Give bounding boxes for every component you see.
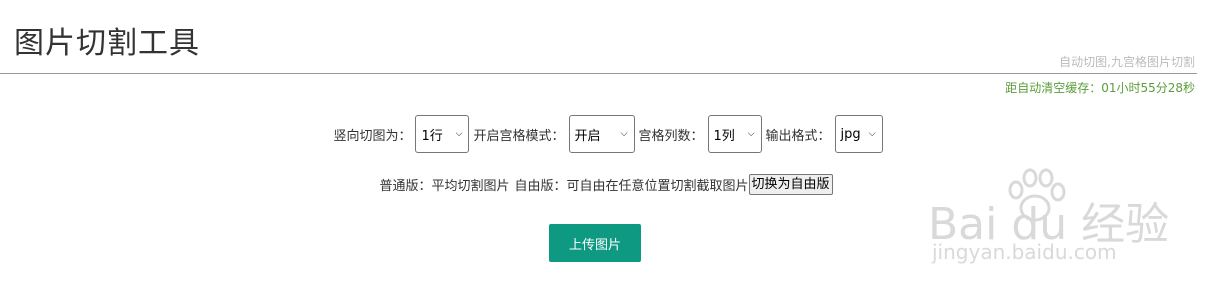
cut-options-bar: 竖向切图为： 1行 ⌵ 开启宫格模式： 开启 ⌵ 宫格列数： 1列 ⌵ 输出格式… xyxy=(0,113,1212,155)
grid-mode-value: 开启 xyxy=(574,128,601,144)
output-format-select[interactable]: jpg ⌵ xyxy=(834,115,883,153)
grid-columns-label: 宫格列数： xyxy=(638,128,704,144)
chevron-down-icon: ⌵ xyxy=(620,129,628,139)
upload-image-button[interactable]: 上传图片 xyxy=(549,224,641,262)
chevron-down-icon: ⌵ xyxy=(747,129,755,139)
switch-to-free-button[interactable]: 切换为自由版 xyxy=(748,174,833,195)
chevron-down-icon: ⌵ xyxy=(455,129,463,139)
grid-columns-value: 1列 xyxy=(713,128,735,144)
vertical-cut-label: 竖向切图为： xyxy=(333,128,412,144)
vertical-cut-value: 1行 xyxy=(421,128,443,144)
free-mode-text: 自由版：可自由在任意位置切割截取图片 xyxy=(514,179,749,194)
chevron-down-icon: ⌵ xyxy=(868,129,876,139)
grid-columns-select[interactable]: 1列 ⌵ xyxy=(707,115,762,153)
vertical-cut-select[interactable]: 1行 ⌵ xyxy=(415,115,470,153)
normal-mode-text: 普通版：平均切割图片 xyxy=(379,179,510,194)
grid-mode-select[interactable]: 开启 ⌵ xyxy=(568,115,635,153)
cache-timer: 距自动清空缓存：01小时55分28秒 xyxy=(1005,81,1195,95)
output-format-value: jpg xyxy=(840,126,861,142)
output-format-label: 输出格式： xyxy=(765,128,831,144)
header-divider xyxy=(0,73,1197,74)
tagline: 自动切图,九宫格图片切割 xyxy=(1059,55,1195,69)
baidu-jingyan-watermark: Bai du 经验 jingyan.baidu.com xyxy=(928,168,1188,278)
watermark-url: jingyan.baidu.com xyxy=(932,240,1117,264)
grid-mode-label: 开启宫格模式： xyxy=(473,128,565,144)
page-title: 图片切割工具 xyxy=(14,26,200,61)
